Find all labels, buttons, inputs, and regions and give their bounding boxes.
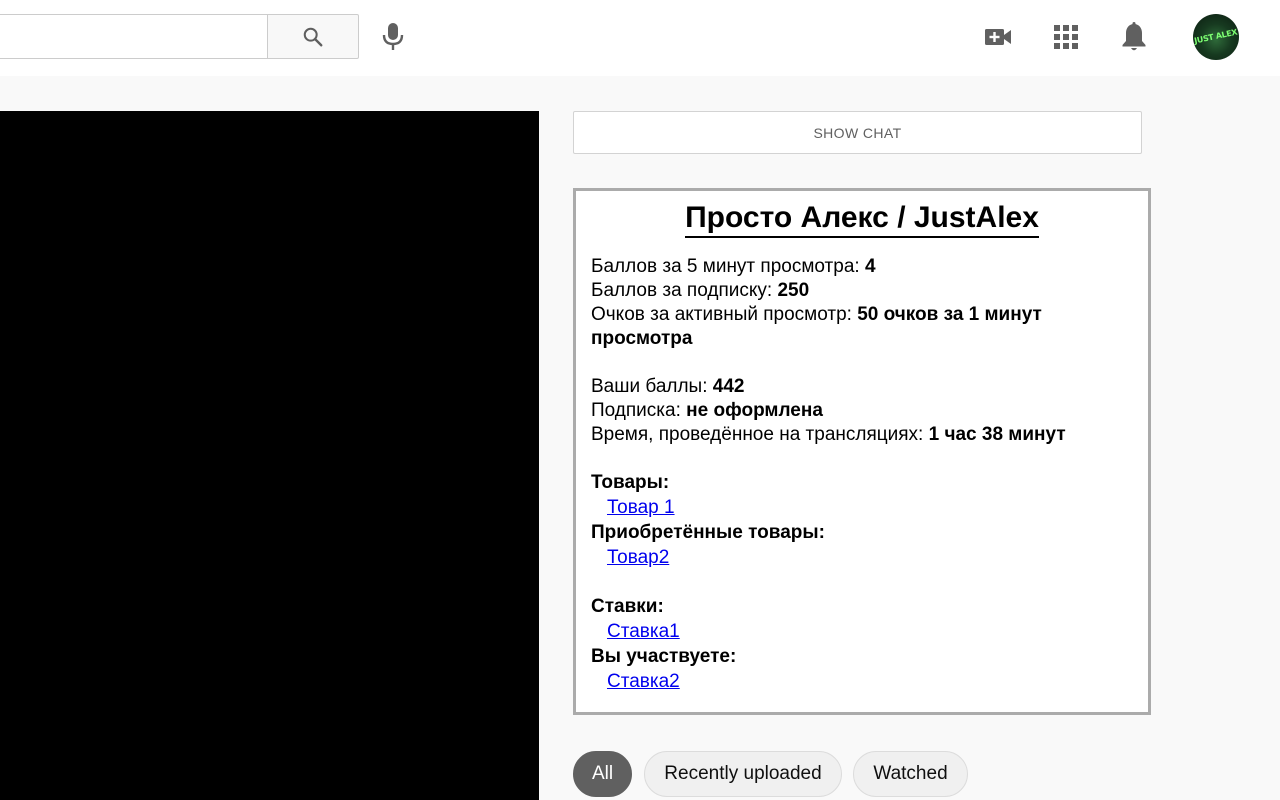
chip-all[interactable]: All [573,751,632,797]
points-watch-row: Баллов за 5 минут просмотра: 4 [591,255,1133,279]
avatar-logo-text: JUST ALEX [1193,27,1239,46]
subscription-row: Подписка: не оформлена [591,399,1133,423]
search-input[interactable] [0,15,268,58]
active-watch-label: Очков за активный просмотр: [591,304,858,325]
bets-heading: Ставки: [591,596,664,617]
apps-grid-icon [1054,25,1078,49]
panel-title: Просто Алекс / JustAlex [591,201,1133,241]
create-video-button[interactable] [977,16,1019,58]
search-box [0,14,268,59]
points-sub-row: Баллов за подписку: 250 [591,279,1133,303]
purchased-heading: Приобретённые товары: [591,522,825,543]
chip-recently-uploaded[interactable]: Recently uploaded [644,751,842,797]
masthead: JUST ALEX [0,0,1280,76]
mic-icon [382,23,404,50]
points-watch-value: 4 [864,256,876,277]
channel-title: Просто Алекс / JustAlex [685,201,1039,238]
points-watch-label: Баллов за 5 минут просмотра: [591,256,865,277]
show-chat-button[interactable]: SHOW CHAT [573,111,1142,154]
participating-heading: Вы участвуете: [591,646,737,667]
bet-item-link[interactable]: Ставка1 [607,619,1133,645]
search-icon [303,27,323,46]
search-button[interactable] [267,14,359,59]
extension-info-panel: Просто Алекс / JustAlex Баллов за 5 мину… [573,188,1151,715]
purchased-item-link[interactable]: Товар2 [607,545,1133,571]
voice-search-button[interactable] [372,16,414,58]
participating-bet-link[interactable]: Ставка2 [607,669,1133,695]
chip-watched[interactable]: Watched [853,751,968,797]
video-player[interactable] [0,111,539,800]
notifications-bell-icon [1122,22,1146,51]
goods-item-link[interactable]: Товар 1 [607,495,1133,521]
goods-heading: Товары: [591,472,670,493]
points-sub-value: 250 [777,280,810,301]
create-video-icon [985,29,1011,45]
apps-button[interactable] [1045,16,1087,58]
your-points-row: Ваши баллы: 442 [591,375,1133,399]
active-watch-row: Очков за активный просмотр: 50 очков за … [591,303,1133,351]
subscription-label: Подписка: [591,400,687,421]
watch-time-row: Время, проведённое на трансляциях: 1 час… [591,423,1133,447]
points-sub-label: Баллов за подписку: [591,280,778,301]
your-points-label: Ваши баллы: [591,376,713,397]
avatar[interactable]: JUST ALEX [1193,14,1239,60]
subscription-value: не оформлена [686,400,823,421]
watch-time-label: Время, проведённое на трансляциях: [591,424,929,445]
your-points-value: 442 [712,376,745,397]
notifications-button[interactable] [1113,16,1155,58]
watch-time-value: 1 час 38 минут [928,424,1066,445]
